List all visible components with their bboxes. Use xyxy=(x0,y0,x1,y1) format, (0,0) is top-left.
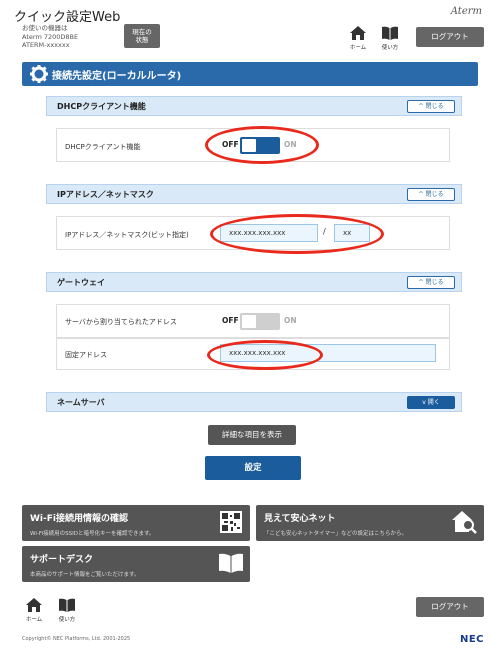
guide-button[interactable]: 使い方 xyxy=(378,26,402,51)
highlight-ellipse xyxy=(210,214,384,254)
wifi-info-tile[interactable]: Wi-Fi接続用情報の確認 Wi-Fi接続用のSSIDと暗号化キーを確認できます… xyxy=(22,505,250,541)
ip-collapse-button[interactable]: ^ 閉じる xyxy=(407,188,455,201)
device-line: お使いの機器は xyxy=(22,24,68,32)
nameserver-expand-button[interactable]: v 開く xyxy=(407,396,455,409)
page-title: 接続先設定(ローカルルータ) xyxy=(52,71,182,82)
gateway-collapse-button[interactable]: ^ 閉じる xyxy=(407,276,455,289)
footer-guide-button[interactable]: 使い方 xyxy=(55,598,79,623)
tile-desc: Wi-Fi接続用のSSIDと暗号化キーを確認できます。 xyxy=(30,531,155,537)
chevron-up-icon: ^ xyxy=(418,279,424,286)
section-title: IPアドレス／ネットマスク xyxy=(57,190,154,199)
nameserver-section-header: ネームサーバ v 開く xyxy=(46,392,462,412)
gateway-toggle-off-label: OFF xyxy=(222,316,239,325)
section-title: ネームサーバ xyxy=(57,398,105,407)
ip-section-header: IPアドレス／ネットマスク ^ 閉じる xyxy=(46,184,462,204)
gateway-toggle-on-label: ON xyxy=(284,316,297,325)
highlight-ellipse xyxy=(205,126,319,164)
chevron-down-icon: v xyxy=(422,399,426,406)
support-desk-tile[interactable]: サポートデスク 本商品のサポート情報をご覧いただけます。 xyxy=(22,546,250,582)
tile-desc: 本商品のサポート情報をご覧いただけます。 xyxy=(30,572,140,578)
home-label: ホーム xyxy=(25,617,43,623)
guide-label: 使い方 xyxy=(58,617,76,623)
section-title: ゲートウェイ xyxy=(57,278,105,287)
gateway-section-header: ゲートウェイ ^ 閉じる xyxy=(46,272,462,292)
footer-home-button[interactable]: ホーム xyxy=(22,598,46,623)
device-info: お使いの機器は Aterm 7200D8BE ATERM-xxxxxx xyxy=(22,24,78,50)
safety-net-tile[interactable]: 見えて安心ネット 「こども安心ネットタイマー」などの設定はこちらから。 xyxy=(256,505,484,541)
dhcp-collapse-button[interactable]: ^ 閉じる xyxy=(407,100,455,113)
dhcp-section-header: DHCPクライアント機能 ^ 閉じる xyxy=(46,96,462,116)
status-line2: 状態 xyxy=(135,36,149,44)
status-line1: 現在の xyxy=(132,28,152,36)
collapse-label: 閉じる xyxy=(425,103,444,110)
chevron-up-icon: ^ xyxy=(418,103,424,110)
guide-label: 使い方 xyxy=(381,45,399,51)
nec-logo: NEC xyxy=(459,634,484,645)
logout-button[interactable]: ログアウト xyxy=(416,27,484,47)
dhcp-label: DHCPクライアント機能 xyxy=(65,143,141,151)
home-button[interactable]: ホーム xyxy=(346,26,370,51)
app-title: クイック設定Web xyxy=(14,10,121,25)
gateway-fixed-label: 固定アドレス xyxy=(65,351,107,359)
highlight-ellipse xyxy=(207,340,323,370)
device-ssid: ATERM-xxxxxx xyxy=(22,41,70,49)
tile-desc: 「こども安心ネットタイマー」などの設定はこちらから。 xyxy=(264,531,408,537)
ip-label: IPアドレス／ネットマスク(ビット指定) xyxy=(65,231,189,239)
tile-title: Wi-Fi接続用情報の確認 xyxy=(30,514,128,524)
gear-icon xyxy=(30,65,48,83)
copyright: Copyright© NEC Platforms, Ltd. 2001-2025 xyxy=(22,636,131,642)
tile-title: サポートデスク xyxy=(30,555,94,565)
show-details-button[interactable]: 詳細な項目を表示 xyxy=(208,425,296,445)
chevron-up-icon: ^ xyxy=(418,191,424,198)
book-icon xyxy=(219,553,243,573)
header: クイック設定Web お使いの機器は Aterm 7200D8BE ATERM-x… xyxy=(0,0,500,62)
gateway-server-label: サーバから割り当てられたアドレス xyxy=(65,318,177,326)
device-model: Aterm 7200D8BE xyxy=(22,32,79,41)
aterm-logo: Aterm xyxy=(450,6,482,17)
book-icon xyxy=(382,26,398,40)
home-label: ホーム xyxy=(349,45,367,51)
home-search-icon xyxy=(452,511,477,534)
tile-title: 見えて安心ネット xyxy=(264,514,336,524)
toggle-knob xyxy=(242,315,256,328)
apply-button[interactable]: 設定 xyxy=(205,456,301,480)
home-icon xyxy=(350,26,366,40)
status-button[interactable]: 現在の 状態 xyxy=(124,24,160,48)
gateway-toggle[interactable] xyxy=(240,313,280,330)
qr-code-icon xyxy=(220,511,242,533)
home-icon xyxy=(26,598,42,612)
expand-label: 開く xyxy=(427,399,440,406)
section-title: DHCPクライアント機能 xyxy=(57,102,146,111)
collapse-label: 閉じる xyxy=(425,191,444,198)
book-icon xyxy=(59,598,75,612)
footer-logout-button[interactable]: ログアウト xyxy=(416,597,484,617)
page-title-bar: 接続先設定(ローカルルータ) xyxy=(22,62,478,86)
collapse-label: 閉じる xyxy=(425,279,444,286)
